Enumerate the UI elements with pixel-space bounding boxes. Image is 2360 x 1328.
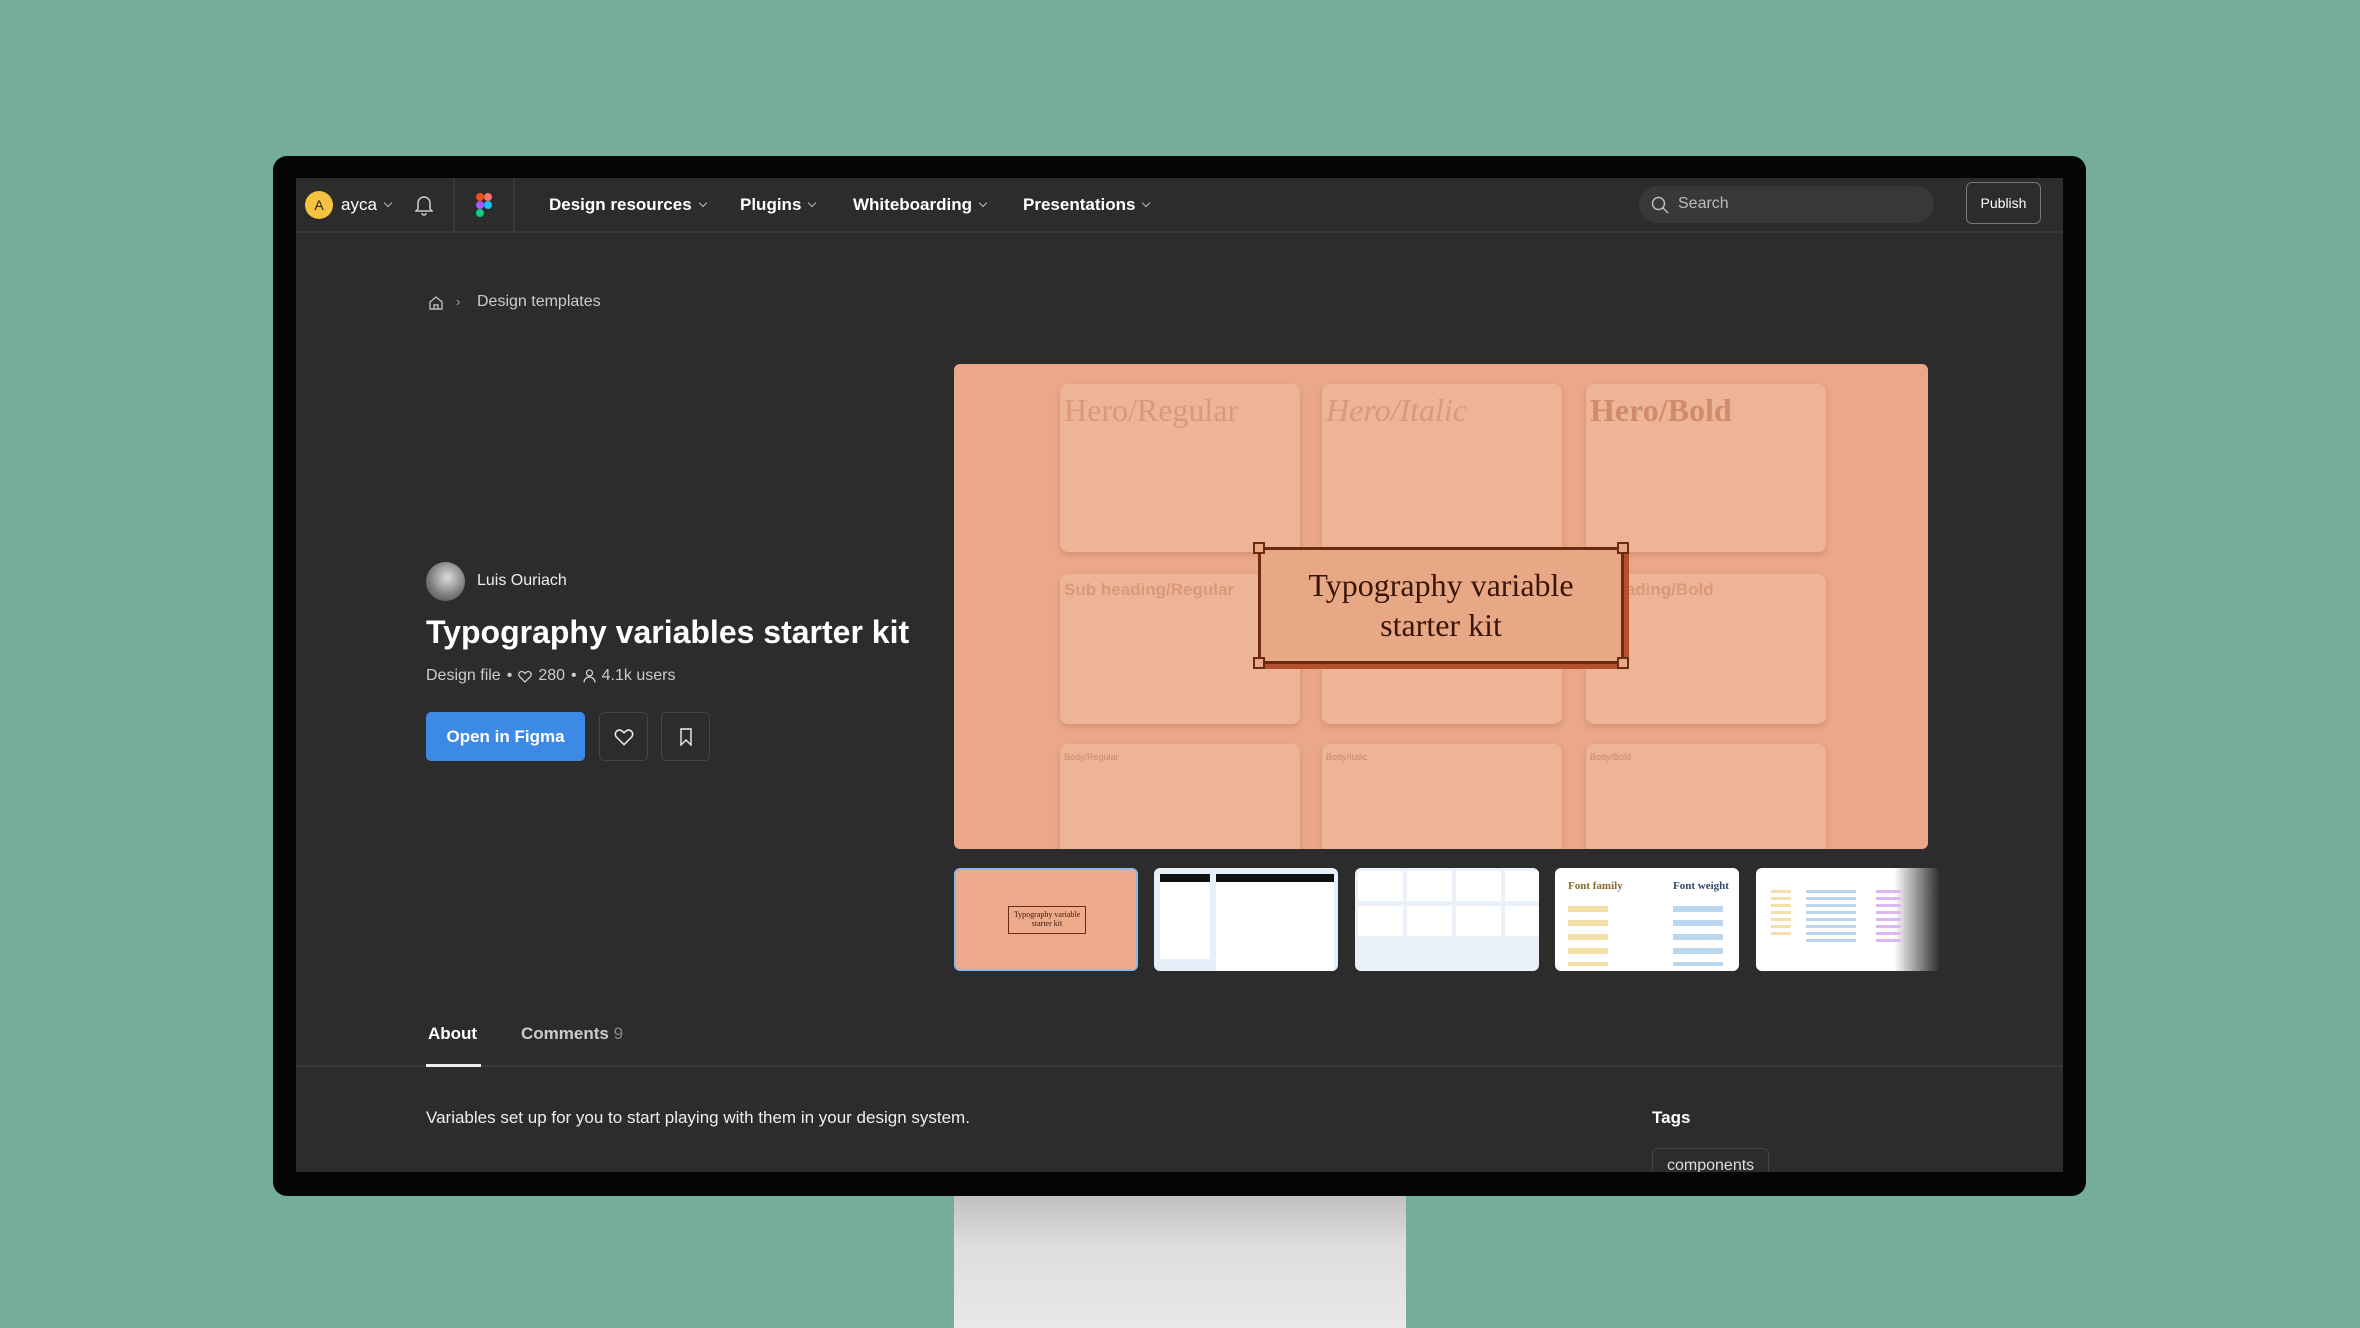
chevron-down-icon [1142, 198, 1151, 208]
card-label: Hero/Bold [1590, 392, 1732, 428]
thumbnail-3[interactable] [1355, 868, 1539, 971]
bookmark-button[interactable] [661, 712, 710, 761]
figma-logo-icon[interactable] [476, 192, 492, 218]
preview-card: Hero/Bold [1586, 384, 1826, 552]
search-input[interactable]: Search [1639, 186, 1934, 223]
search-placeholder: Search [1678, 195, 1729, 212]
home-icon[interactable] [428, 295, 444, 311]
preview-card: Body/Bold [1586, 744, 1826, 849]
file-meta: Design file • 280 • 4.1k users [426, 667, 676, 684]
top-nav: A ayca Design resources Plugins Whiteboa… [296, 178, 2063, 233]
tag-components[interactable]: components [1652, 1148, 1770, 1172]
publish-button[interactable]: Publish [1966, 182, 2041, 224]
screen: A ayca Design resources Plugins Whiteboa… [296, 178, 2063, 1172]
menu-whiteboarding[interactable]: Whiteboarding [853, 195, 988, 215]
monitor-stand [954, 1190, 1406, 1328]
preview-card: Body/Italic [1322, 744, 1562, 849]
like-count: 280 [538, 667, 566, 684]
like-button[interactable] [599, 712, 648, 761]
thumbnail-1[interactable]: Typography variable starter kit [954, 868, 1138, 971]
open-in-figma-button[interactable]: Open in Figma [426, 712, 585, 761]
menu-label: Design resources [549, 195, 692, 214]
page-title: Typography variables starter kit [426, 614, 910, 650]
divider [513, 178, 515, 233]
chevron-down-icon [383, 198, 393, 208]
file-type: Design file [426, 667, 501, 684]
avatar[interactable]: A [305, 191, 333, 219]
menu-design-resources[interactable]: Design resources [549, 195, 707, 215]
chevron-down-icon [698, 198, 707, 208]
thumb-label: Font weight [1673, 880, 1729, 892]
preview-image[interactable]: Hero/Regular Hero/Italic Hero/Bold Sub h… [954, 364, 1928, 849]
thumb-label: Typography variable starter kit [1008, 906, 1086, 934]
menu-label: Presentations [1023, 195, 1136, 214]
preview-card: Body/Regular [1060, 744, 1300, 849]
preview-card: Hero/Regular [1060, 384, 1300, 552]
user-menu[interactable]: ayca [341, 195, 393, 215]
card-label: Body/Bold [1590, 752, 1632, 762]
thumbnail-2[interactable] [1154, 868, 1338, 971]
card-label: Hero/Italic [1326, 392, 1467, 428]
heart-icon [518, 670, 533, 683]
card-label: Body/Italic [1326, 752, 1368, 762]
search-icon [1651, 196, 1669, 214]
user-icon [582, 669, 596, 683]
thumb-label: Font family [1568, 880, 1623, 892]
user-name: ayca [341, 195, 377, 214]
title-banner: Typography variable starter kit [1253, 542, 1629, 669]
bookmark-icon [679, 727, 692, 746]
menu-plugins[interactable]: Plugins [740, 195, 817, 215]
breadcrumb-separator: › [456, 294, 461, 309]
tab-label: Comments [521, 1024, 609, 1043]
menu-presentations[interactable]: Presentations [1023, 195, 1151, 215]
tabs-divider [296, 1065, 2063, 1067]
chevron-down-icon [978, 198, 988, 208]
description: Variables set up for you to start playin… [426, 1108, 970, 1127]
menu-label: Whiteboarding [853, 195, 972, 214]
banner-line: starter kit [1380, 607, 1502, 643]
menu-label: Plugins [740, 195, 802, 214]
card-label: Sub heading/Regular [1064, 580, 1235, 599]
chevron-down-icon [808, 198, 817, 208]
preview-card: Hero/Italic [1322, 384, 1562, 552]
card-label: Hero/Regular [1064, 392, 1239, 428]
banner-line: Typography variable [1308, 567, 1574, 603]
author-name[interactable]: Luis Ouriach [477, 572, 567, 590]
user-count: 4.1k users [601, 667, 676, 684]
comment-count: 9 [613, 1024, 624, 1043]
breadcrumb-design-templates[interactable]: Design templates [477, 293, 601, 311]
tags-heading: Tags [1652, 1108, 1691, 1127]
tab-comments[interactable]: Comments 9 [521, 1024, 623, 1044]
author-avatar[interactable] [426, 562, 465, 601]
card-label: Body/Regular [1064, 752, 1119, 762]
heart-icon [614, 728, 633, 746]
thumbnail-4[interactable]: Font family Font weight [1555, 868, 1739, 971]
thumbnail-5[interactable] [1756, 868, 1940, 971]
bell-icon[interactable] [415, 194, 433, 216]
divider [453, 178, 455, 233]
tab-about[interactable]: About [426, 1024, 481, 1067]
